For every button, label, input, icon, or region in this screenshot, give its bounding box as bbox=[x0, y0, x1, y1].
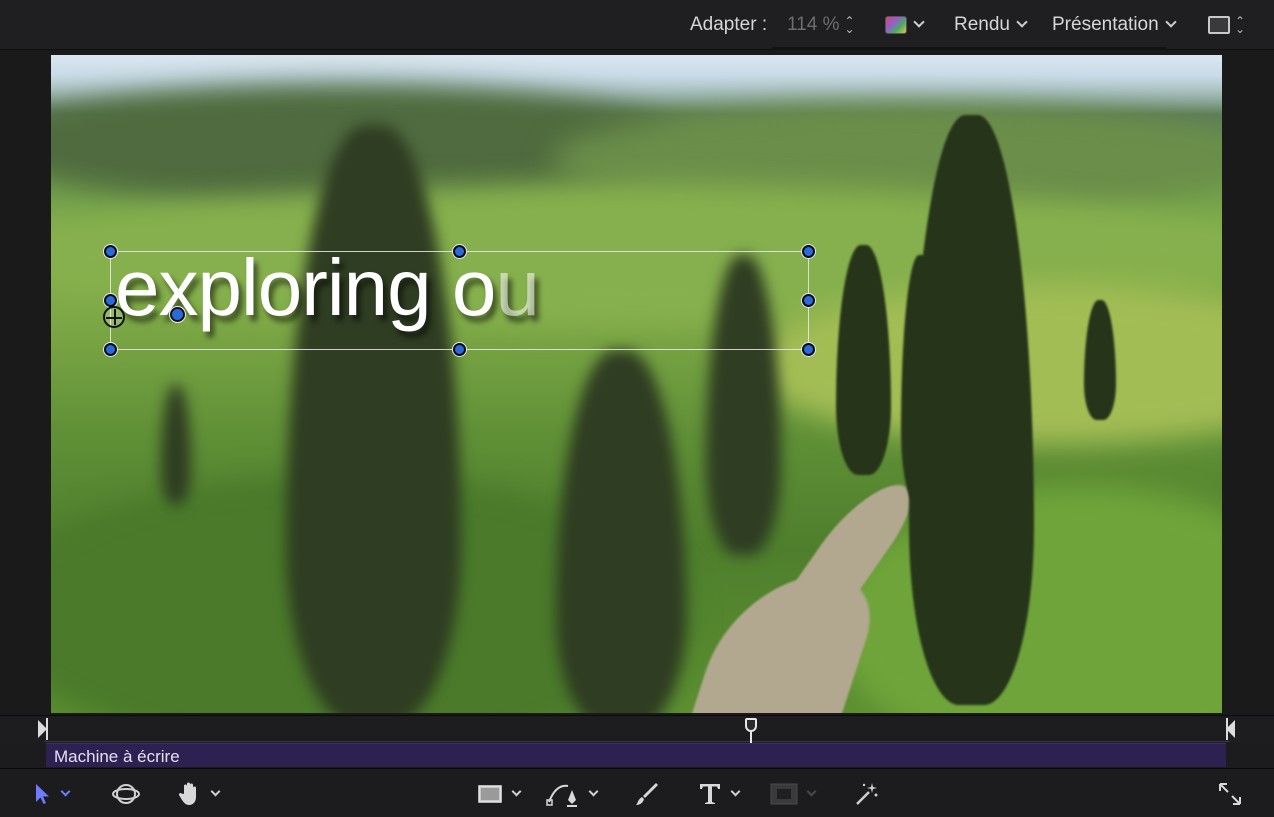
transform-handle-bottom[interactable] bbox=[453, 343, 466, 356]
zoom-value: 114 % bbox=[787, 14, 840, 35]
magic-wand-icon bbox=[856, 783, 878, 805]
magic-wand-button[interactable] bbox=[854, 779, 880, 809]
tools-bar bbox=[0, 768, 1274, 817]
rotation-handle[interactable] bbox=[170, 307, 185, 322]
rectangle-shape-icon bbox=[478, 785, 502, 803]
chevron-down-icon bbox=[511, 786, 522, 797]
bezier-pen-icon bbox=[546, 784, 577, 807]
chevron-down-icon bbox=[730, 786, 741, 797]
behavior-clip-bar[interactable]: Machine à écrire bbox=[46, 743, 1226, 767]
chevron-down-icon bbox=[806, 786, 817, 797]
cypress-tree bbox=[161, 385, 191, 505]
3d-transform-icon bbox=[112, 784, 140, 804]
paint-stroke-tool-button[interactable] bbox=[634, 779, 660, 809]
transform-handle-top-left[interactable] bbox=[104, 245, 117, 258]
canvas-image[interactable]: exploring ou bbox=[51, 55, 1222, 713]
transform-handle-top[interactable] bbox=[453, 245, 466, 258]
pan-tool-button[interactable] bbox=[178, 779, 221, 809]
layout-popup[interactable]: ⌃ ⌄ bbox=[1208, 0, 1245, 50]
cypress-tree bbox=[556, 350, 686, 713]
chevron-down-icon bbox=[1165, 16, 1177, 28]
up-down-stepper-icon: ⌃ ⌄ bbox=[1235, 14, 1246, 36]
chevron-down-icon bbox=[588, 786, 599, 797]
pan-hand-icon bbox=[178, 782, 196, 805]
fullscreen-button[interactable] bbox=[1217, 779, 1243, 809]
playhead-line bbox=[750, 730, 752, 743]
timeline-track bbox=[44, 741, 1230, 742]
mask-icon bbox=[770, 783, 798, 805]
text-tool-button[interactable] bbox=[698, 779, 741, 809]
chevron-down-icon bbox=[913, 16, 925, 28]
text-tool-icon bbox=[700, 784, 720, 804]
clip-label: Machine à écrire bbox=[54, 747, 180, 766]
fullscreen-icon bbox=[1219, 783, 1241, 805]
zoom-fit-label: Adapter : bbox=[690, 14, 768, 35]
canvas-area: exploring ou bbox=[0, 50, 1274, 715]
shape-tool-button[interactable] bbox=[477, 779, 522, 809]
out-point-marker-icon[interactable] bbox=[1226, 720, 1235, 738]
mini-timeline[interactable] bbox=[0, 715, 1274, 743]
render-menu[interactable]: Rendu bbox=[954, 0, 1028, 50]
in-point-line bbox=[46, 718, 48, 740]
3d-transform-button[interactable] bbox=[112, 779, 140, 809]
zoom-value-popup[interactable]: 114 % ⌃ ⌄ bbox=[787, 0, 855, 50]
paint-brush-icon bbox=[636, 783, 658, 805]
render-menu-label: Rendu bbox=[954, 14, 1010, 35]
chevron-down-icon bbox=[1016, 16, 1028, 28]
transform-handle-left[interactable] bbox=[104, 294, 117, 307]
text-bounding-box[interactable] bbox=[110, 251, 809, 350]
mask-tool-button[interactable] bbox=[770, 779, 817, 809]
transform-handle-bottom-right[interactable] bbox=[802, 343, 815, 356]
color-channels-popup[interactable] bbox=[885, 0, 925, 50]
view-menu[interactable]: Présentation bbox=[1052, 0, 1177, 50]
transform-handle-bottom-left[interactable] bbox=[104, 343, 117, 356]
color-channels-icon bbox=[885, 16, 907, 34]
bezier-tool-button[interactable] bbox=[546, 779, 599, 809]
transform-handle-top-right[interactable] bbox=[802, 245, 815, 258]
view-menu-label: Présentation bbox=[1052, 14, 1159, 35]
layout-icon bbox=[1208, 16, 1230, 34]
transform-handle-right[interactable] bbox=[802, 294, 815, 307]
up-down-stepper-icon: ⌃ ⌄ bbox=[844, 14, 855, 36]
select-tool-button[interactable] bbox=[34, 779, 71, 809]
anchor-point-icon[interactable] bbox=[103, 306, 125, 328]
chevron-down-icon bbox=[210, 786, 221, 797]
chevron-down-icon bbox=[60, 786, 71, 797]
select-tool-icon bbox=[36, 784, 49, 804]
viewer-toolbar: Adapter : 114 % ⌃ ⌄ Rendu Présentation ⌃ ⌄ bbox=[0, 0, 1274, 50]
